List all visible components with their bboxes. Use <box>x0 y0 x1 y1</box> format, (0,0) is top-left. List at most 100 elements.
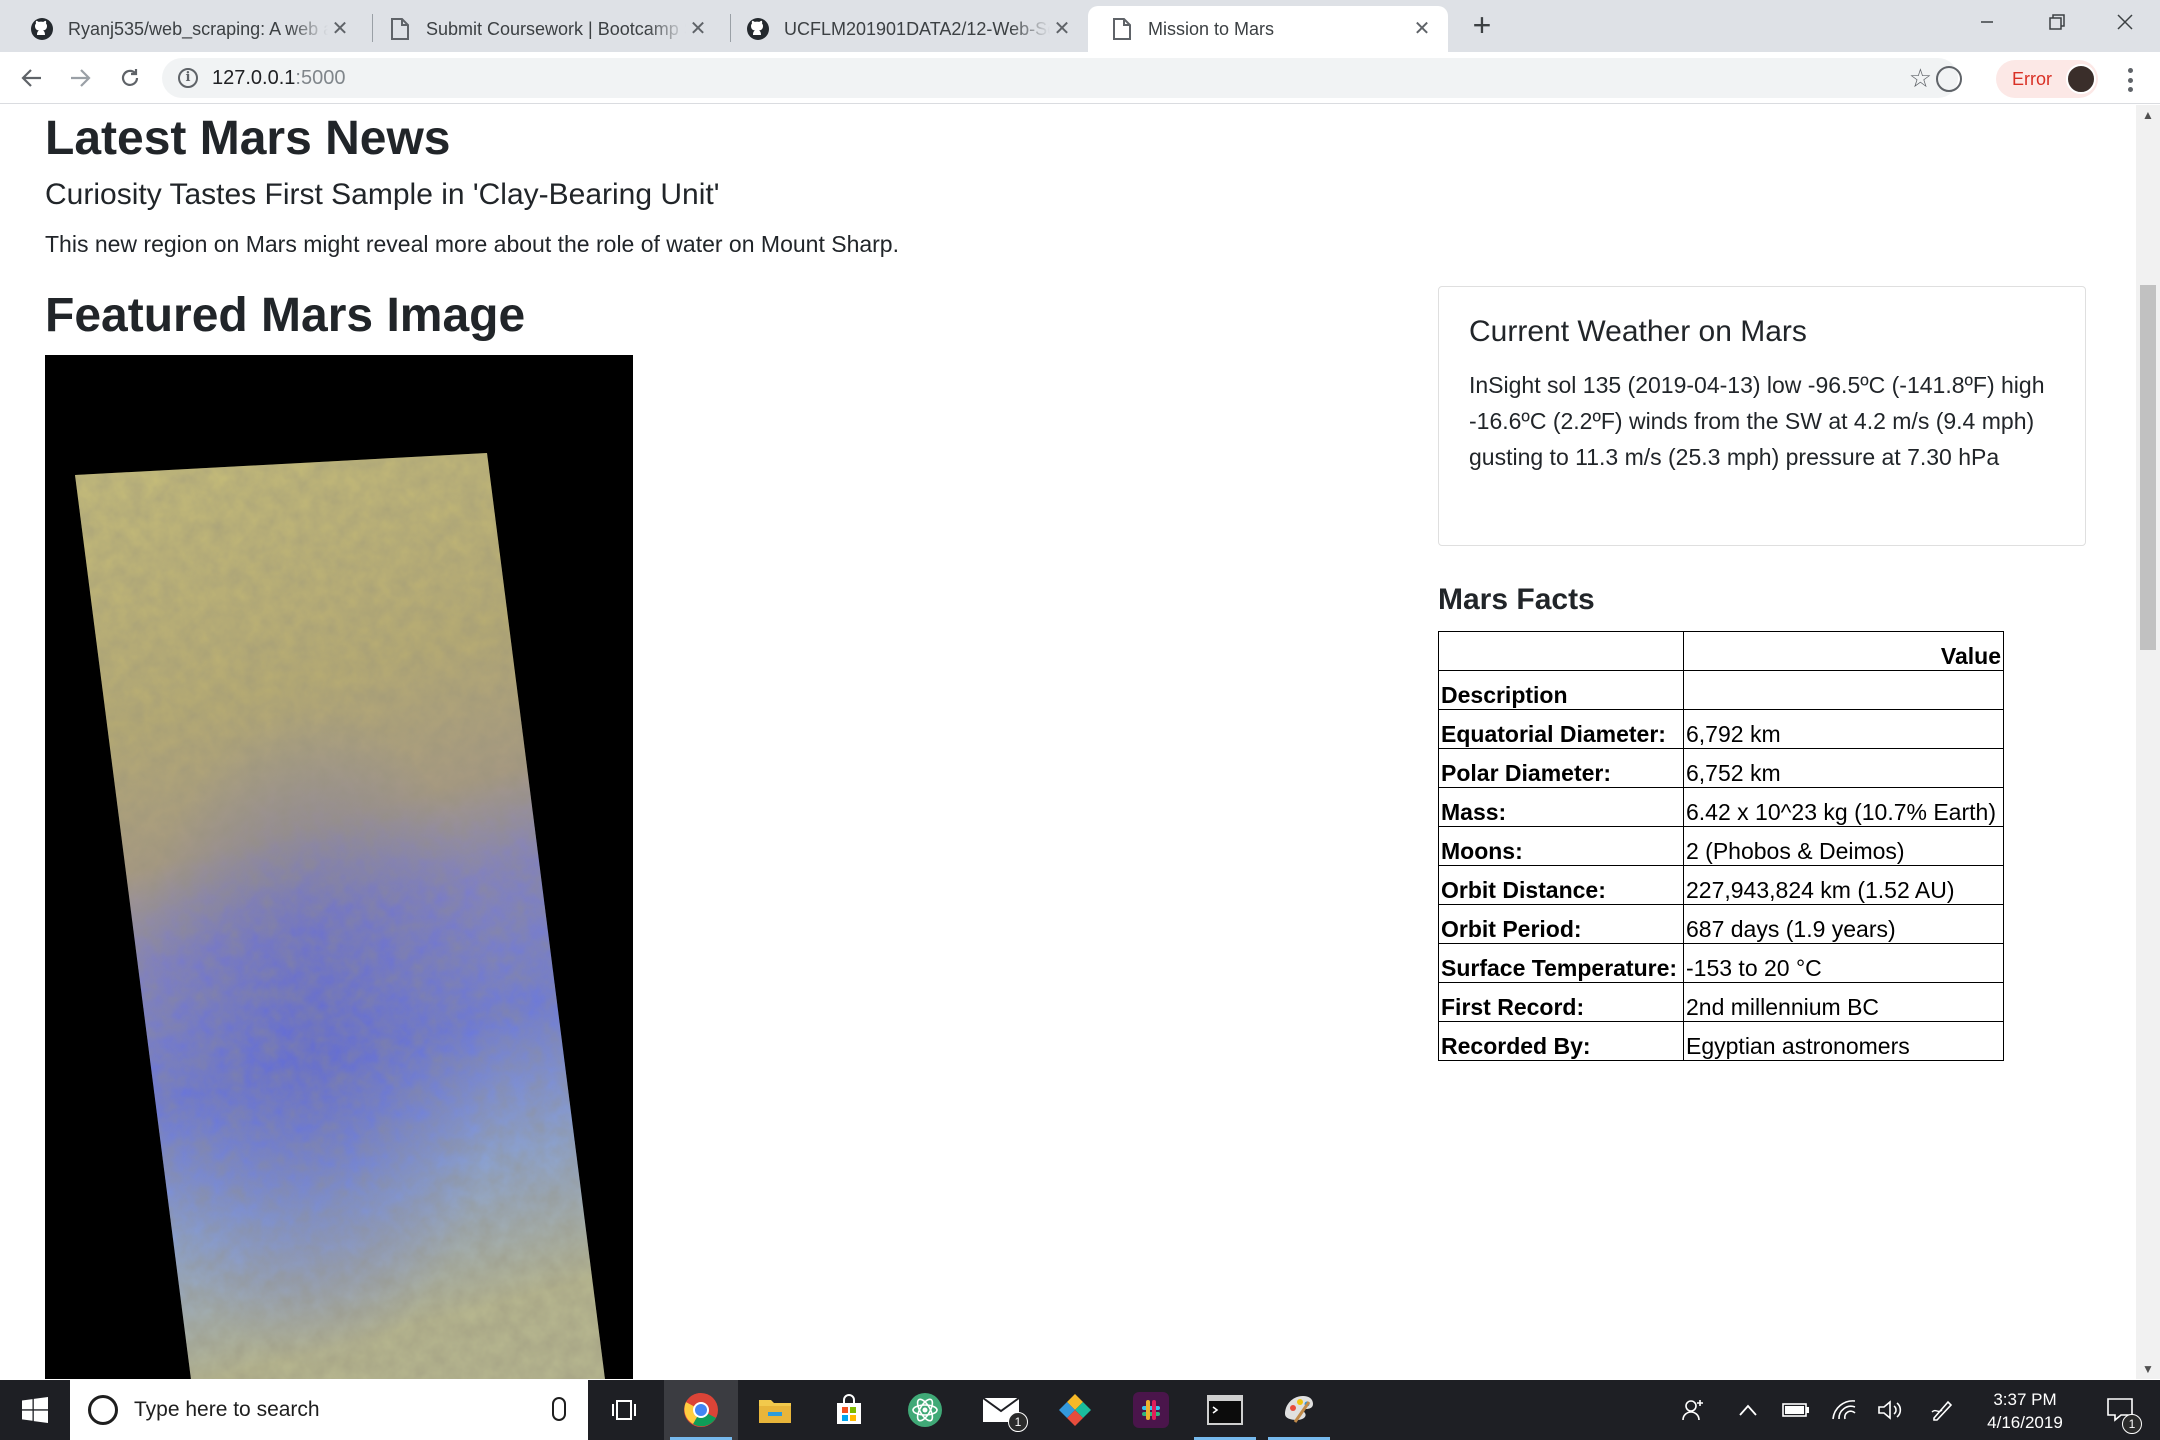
tab-title: Ryanj535/web_scraping: A web application… <box>68 18 328 39</box>
fact-label: Surface Temperature: <box>1438 943 1684 983</box>
scroll-up-icon[interactable]: ▲ <box>2136 105 2160 125</box>
extension-icon[interactable] <box>1936 66 1962 92</box>
people-icon[interactable] <box>1672 1380 1716 1440</box>
clock-date: 4/16/2019 <box>1987 1413 2063 1432</box>
restore-icon <box>2049 14 2065 30</box>
bookmark-star-icon[interactable]: ☆ <box>1909 65 1932 91</box>
windows-taskbar: Type here to search 1 3:37 PM 4/16/2019 … <box>0 1380 2160 1440</box>
taskbar-atom[interactable] <box>888 1380 962 1440</box>
taskbar-file-explorer[interactable] <box>738 1380 812 1440</box>
slack-icon <box>1133 1392 1169 1428</box>
table-row: First Record: 2nd millennium BC <box>1438 982 2004 1022</box>
atom-icon <box>908 1393 942 1427</box>
chrome-menu-icon[interactable] <box>2118 68 2142 92</box>
facts-heading: Mars Facts <box>1438 583 1595 616</box>
tab-github-ucflm[interactable]: UCFLM201901DATA2/12-Web-Scraping ✕ <box>724 6 1088 52</box>
terminal-icon <box>1207 1395 1243 1425</box>
start-button[interactable] <box>0 1380 70 1440</box>
task-view-button[interactable] <box>588 1380 662 1440</box>
cortana-icon <box>88 1395 118 1425</box>
github-icon <box>30 17 54 41</box>
wifi-icon[interactable] <box>1822 1380 1866 1440</box>
taskbar-paint[interactable] <box>1262 1380 1336 1440</box>
fact-value: 6,792 km <box>1683 709 2004 749</box>
reload-button[interactable] <box>112 60 148 96</box>
new-tab-button[interactable]: + <box>1462 6 1502 46</box>
table-row: Equatorial Diameter: 6,792 km <box>1438 709 2004 749</box>
fact-label: Moons: <box>1438 826 1684 866</box>
taskbar-mail[interactable]: 1 <box>964 1380 1038 1440</box>
page-viewport: Latest Mars News Curiosity Tastes First … <box>0 105 2136 1379</box>
browser-tab-strip: Ryanj535/web_scraping: A web application… <box>0 0 2160 52</box>
close-icon[interactable]: ✕ <box>686 17 710 41</box>
profile-error-chip[interactable]: Error <box>1996 60 2098 98</box>
table-row: Orbit Distance: 227,943,824 km (1.52 AU) <box>1438 865 2004 905</box>
fact-label: Orbit Distance: <box>1438 865 1684 905</box>
address-bar[interactable]: i 127.0.0.1:5000 ☆ <box>162 58 1958 98</box>
scrollbar-thumb[interactable] <box>2140 285 2156 650</box>
chevron-up-icon[interactable] <box>1728 1380 1768 1440</box>
action-center-button[interactable]: 1 <box>2090 1380 2150 1440</box>
news-heading: Latest Mars News <box>45 112 451 165</box>
featured-heading: Featured Mars Image <box>45 289 526 342</box>
featured-mars-image <box>45 355 633 1379</box>
weather-card: Current Weather on Mars InSight sol 135 … <box>1438 286 2086 546</box>
fact-value: -153 to 20 °C <box>1683 943 2004 983</box>
mail-badge: 1 <box>1008 1412 1028 1432</box>
taskbar-clock[interactable]: 3:37 PM 4/16/2019 <box>1970 1388 2080 1434</box>
restore-button[interactable] <box>2022 0 2092 44</box>
fact-label: Orbit Period: <box>1438 904 1684 944</box>
fact-label: Polar Diameter: <box>1438 748 1684 788</box>
tab-title: Mission to Mars <box>1148 18 1275 39</box>
page-icon <box>1110 17 1134 41</box>
table-row: Orbit Period: 687 days (1.9 years) <box>1438 904 2004 944</box>
tab-title: Submit Coursework | Bootcamp Spot <box>426 18 686 39</box>
notification-badge: 1 <box>2122 1414 2142 1434</box>
table-row: Polar Diameter: 6,752 km <box>1438 748 2004 788</box>
forward-button[interactable] <box>62 60 98 96</box>
url-host: 127.0.0.1 <box>212 66 296 89</box>
browser-toolbar: i 127.0.0.1:5000 ☆ Error <box>0 52 2160 104</box>
table-header-blank <box>1438 631 1684 671</box>
fact-value: 687 days (1.9 years) <box>1683 904 2004 944</box>
fact-label: Recorded By: <box>1438 1021 1684 1061</box>
scroll-down-icon[interactable]: ▼ <box>2136 1359 2160 1379</box>
taskbar-terminal[interactable] <box>1188 1380 1262 1440</box>
url-port: :5000 <box>295 66 346 89</box>
taskbar-gitkraken[interactable] <box>1038 1380 1112 1440</box>
microphone-icon[interactable] <box>552 1397 566 1421</box>
table-index-label: Description <box>1438 670 1684 710</box>
volume-icon[interactable] <box>1868 1380 1912 1440</box>
taskbar-search-box[interactable]: Type here to search <box>70 1380 588 1440</box>
tab-github-web-scraping[interactable]: Ryanj535/web_scraping: A web application… <box>8 6 366 52</box>
weather-text: InSight sol 135 (2019-04-13) low -96.5ºC… <box>1469 372 2045 470</box>
back-button[interactable] <box>14 60 50 96</box>
table-header-value: Value <box>1683 631 2004 671</box>
taskbar-store[interactable] <box>812 1380 886 1440</box>
weather-heading: Current Weather on Mars <box>1469 315 1807 348</box>
fact-label: Equatorial Diameter: <box>1438 709 1684 749</box>
fact-value: 227,943,824 km (1.52 AU) <box>1683 865 2004 905</box>
close-icon[interactable]: ✕ <box>1050 17 1074 41</box>
github-icon <box>746 17 770 41</box>
news-paragraph: This new region on Mars might reveal mor… <box>45 231 899 257</box>
pen-icon[interactable] <box>1920 1380 1964 1440</box>
table-header-row: Value <box>1438 631 2004 671</box>
taskbar-chrome[interactable] <box>664 1380 738 1440</box>
mars-facts-table: Value Description Equatorial Diameter: 6,… <box>1438 631 2004 1061</box>
close-icon[interactable]: ✕ <box>1410 17 1434 41</box>
battery-icon[interactable] <box>1774 1380 1818 1440</box>
page-scrollbar[interactable]: ▲ ▼ <box>2136 105 2160 1379</box>
fact-label: First Record: <box>1438 982 1684 1022</box>
gitkraken-icon <box>1059 1394 1091 1426</box>
taskbar-slack[interactable] <box>1114 1380 1188 1440</box>
avatar <box>2066 64 2096 94</box>
close-icon <box>2117 14 2133 30</box>
close-window-button[interactable] <box>2090 0 2160 44</box>
tab-submit-coursework[interactable]: Submit Coursework | Bootcamp Spot ✕ <box>366 6 724 52</box>
minimize-button[interactable] <box>1952 0 2022 44</box>
tab-mission-to-mars[interactable]: Mission to Mars ✕ <box>1088 6 1448 52</box>
close-icon[interactable]: ✕ <box>328 17 352 41</box>
info-icon[interactable]: i <box>178 68 198 88</box>
forward-arrow-icon <box>71 69 91 87</box>
